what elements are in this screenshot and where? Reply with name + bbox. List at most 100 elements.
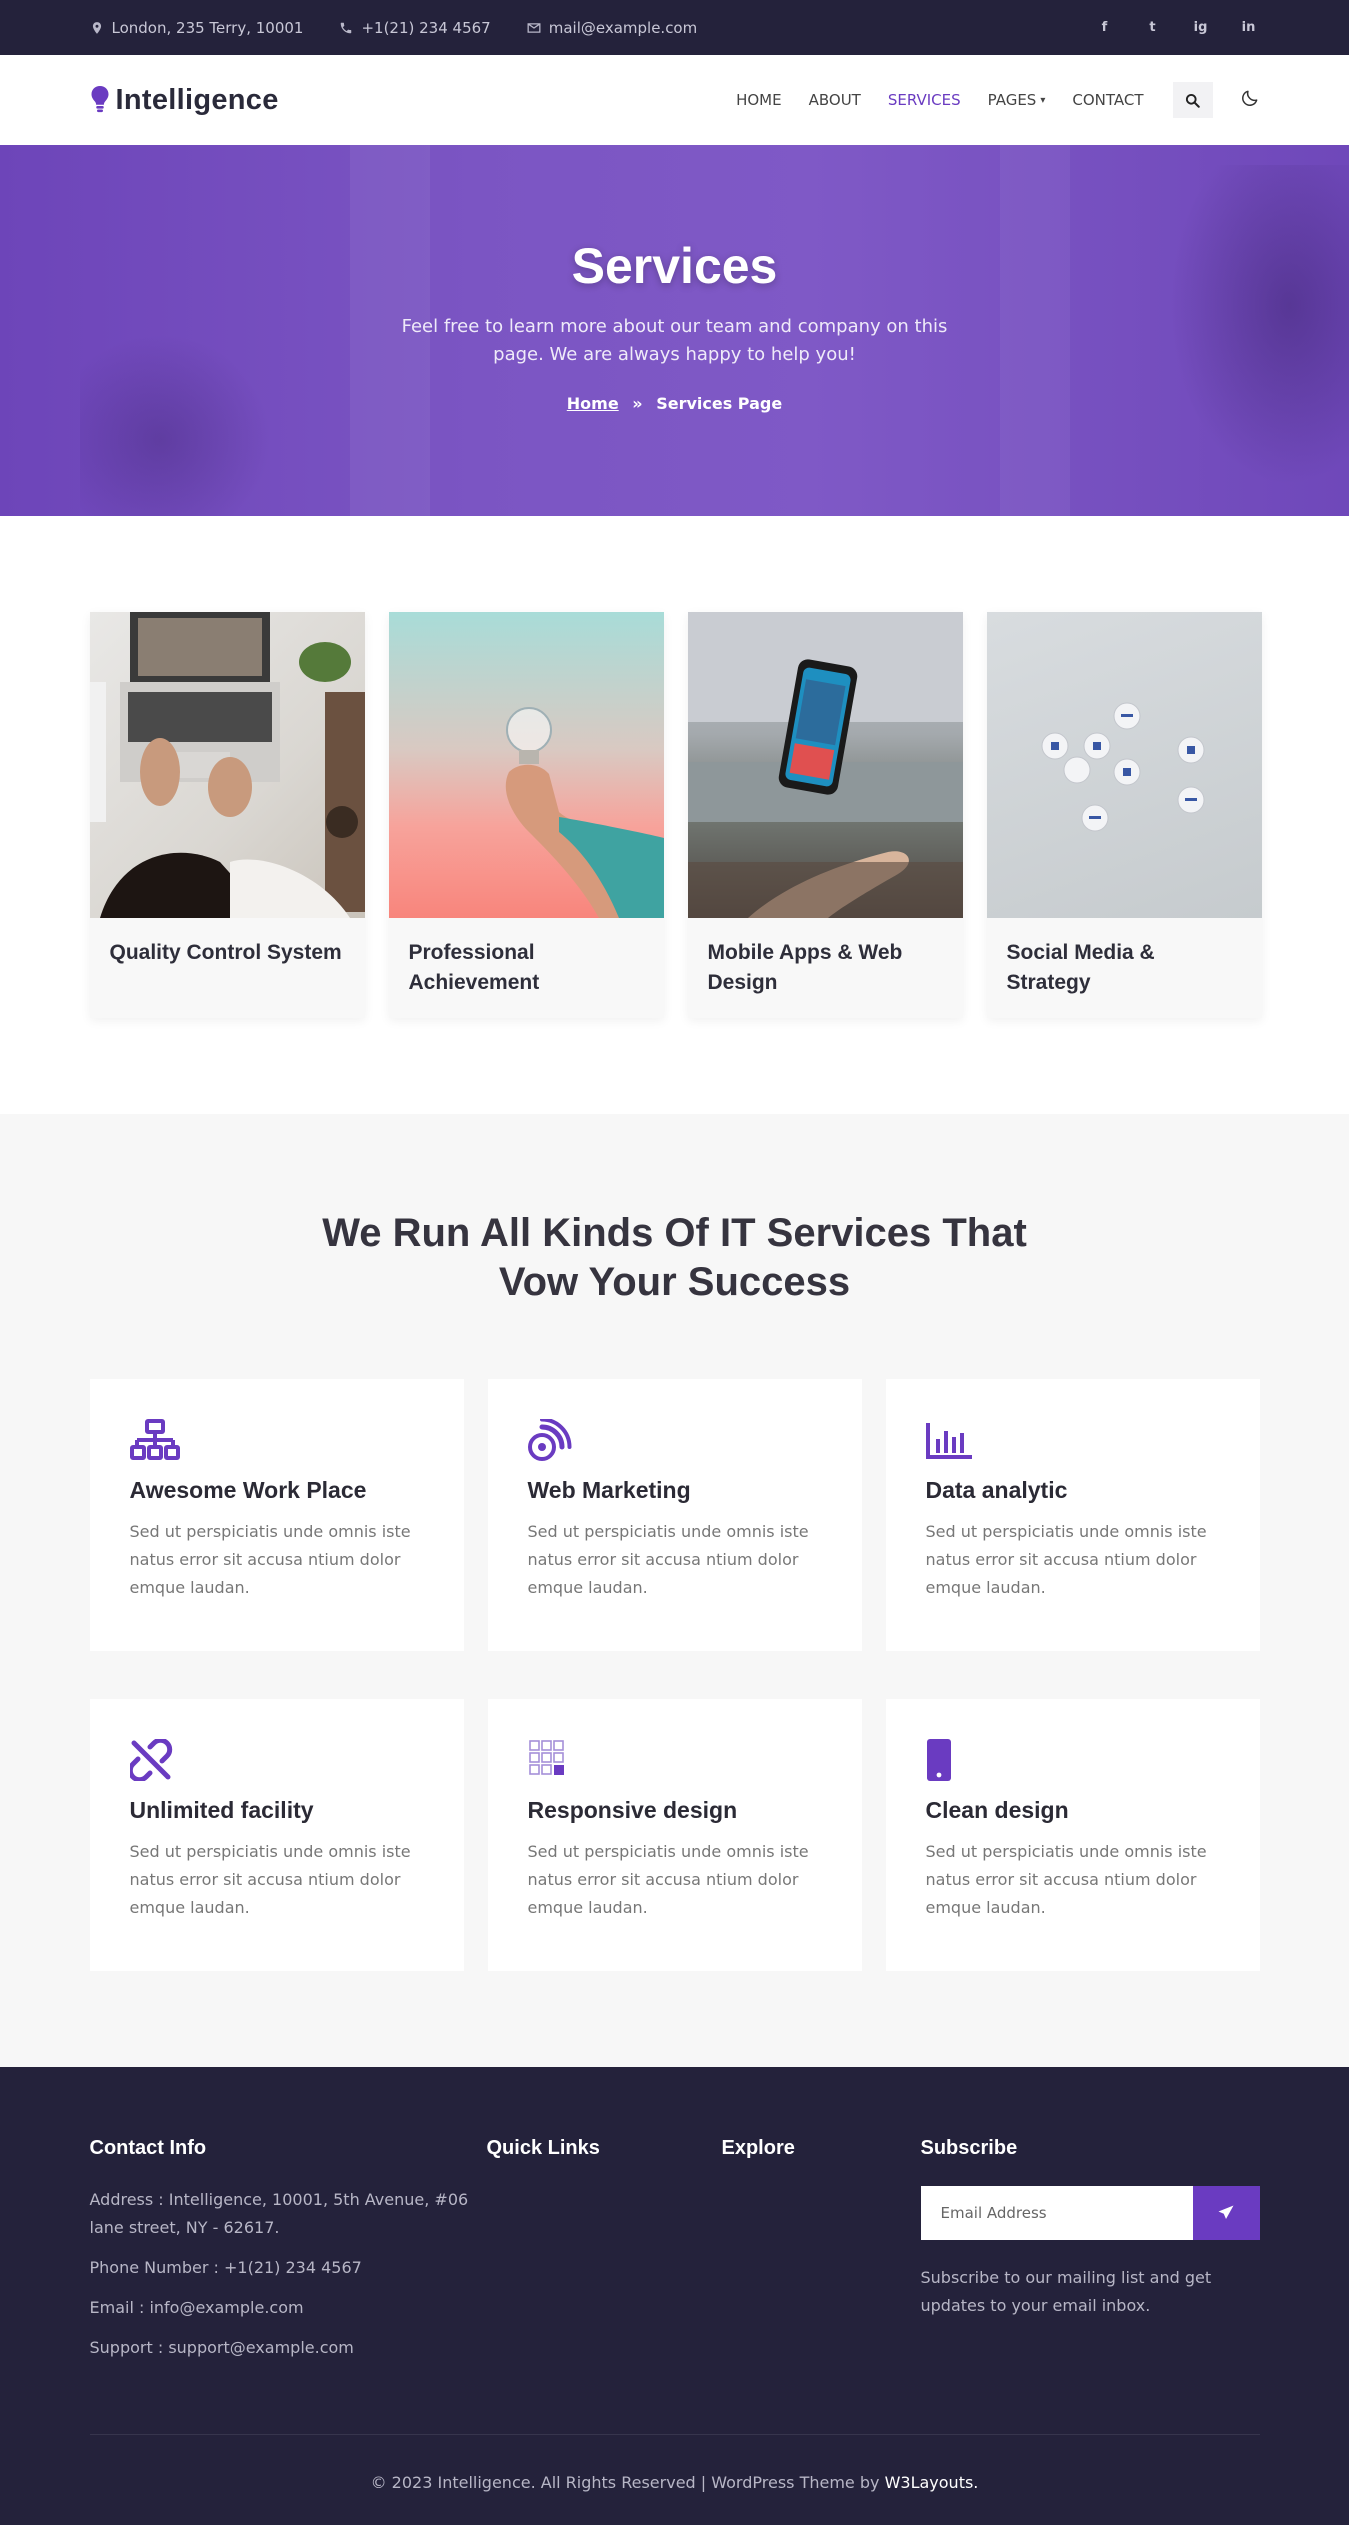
card-title: Quality Control System: [109, 941, 342, 964]
nav-pages[interactable]: PAGES ▾: [988, 91, 1046, 109]
card-image-laptop: [89, 612, 365, 918]
facebook-icon[interactable]: f: [1094, 17, 1116, 39]
nav-about[interactable]: ABOUT: [809, 91, 861, 109]
service-card[interactable]: Clean design Sed ut perspiciatis unde om…: [885, 1699, 1260, 1971]
envelope-icon: [527, 22, 541, 33]
footer-explore: Explore: [722, 2137, 921, 2374]
search-icon: [1185, 93, 1200, 108]
service-title: Unlimited facility: [129, 1797, 314, 1823]
breadcrumb-separator: »: [632, 394, 643, 413]
service-card[interactable]: Awesome Work Place Sed ut perspiciatis u…: [89, 1379, 464, 1651]
feature-cards-section: Quality Control System Professional Achi…: [0, 516, 1349, 1114]
social-buttons-photo: [1041, 702, 1204, 832]
service-title: Awesome Work Place: [129, 1477, 367, 1503]
sitemap-icon: [129, 1419, 180, 1463]
feature-card[interactable]: Mobile Apps & Web Design: [687, 612, 963, 1018]
page-title: Services: [571, 238, 778, 294]
breadcrumb-current: Services Page: [656, 394, 783, 413]
subscribe-text: Subscribe to our mailing list and get up…: [920, 2268, 1212, 2315]
card-title: Mobile Apps & Web Design: [707, 941, 903, 994]
map-marker-icon: [92, 21, 101, 34]
subscribe-email-input[interactable]: [920, 2186, 1193, 2240]
nav-services[interactable]: SERVICES: [888, 91, 961, 109]
moon-icon: [1241, 90, 1257, 106]
footer-contact-heading: Contact Info: [89, 2137, 207, 2159]
footer-contact-info: Contact Info Address : Intelligence, 100…: [90, 2137, 487, 2374]
card-title: Social Media & Strategy: [1006, 941, 1155, 994]
copyright-text: © 2023 Intelligence. All Rights Reserved…: [370, 2473, 880, 2492]
logo[interactable]: Intelligence: [90, 84, 279, 117]
footer-explore-heading: Explore: [721, 2137, 795, 2159]
linkedin-icon[interactable]: in: [1238, 17, 1260, 39]
footer-phone[interactable]: Phone Number : +1(21) 234 4567: [90, 2254, 487, 2282]
footer-subscribe-heading: Subscribe: [920, 2137, 1018, 2159]
service-title: Clean design: [925, 1797, 1069, 1823]
laptop-photo: [89, 612, 365, 918]
feature-card[interactable]: Quality Control System: [89, 612, 365, 1018]
top-email-text: mail@example.com: [548, 18, 698, 37]
top-address: London, 235 Terry, 10001: [90, 18, 304, 37]
top-bar: London, 235 Terry, 10001 +1(21) 234 4567…: [0, 0, 1349, 55]
nav-home[interactable]: HOME: [736, 91, 782, 109]
service-text: Sed ut perspiciatis unde omnis iste natu…: [129, 1522, 411, 1597]
service-text: Sed ut perspiciatis unde omnis iste natu…: [527, 1842, 809, 1917]
chevron-down-icon: ▾: [1040, 94, 1046, 106]
footer-quick-links: Quick Links: [487, 2137, 722, 2374]
hero-bg-shape: [1149, 165, 1349, 516]
rss-icon: [527, 1417, 578, 1463]
dark-mode-toggle[interactable]: [1240, 88, 1260, 112]
page-subtitle: Feel free to learn more about our team a…: [401, 316, 948, 365]
service-text: Sed ut perspiciatis unde omnis iste natu…: [925, 1522, 1207, 1597]
footer-quick-links-heading: Quick Links: [486, 2137, 600, 2159]
grid-icon: [528, 1739, 578, 1783]
service-title: Data analytic: [925, 1477, 1068, 1503]
top-phone[interactable]: +1(21) 234 4567: [339, 18, 491, 37]
service-text: Sed ut perspiciatis unde omnis iste natu…: [129, 1842, 411, 1917]
footer-subscribe: Subscribe Subscribe to our mailing list …: [920, 2137, 1260, 2374]
service-title: Web Marketing: [527, 1477, 691, 1503]
top-email[interactable]: mail@example.com: [527, 18, 698, 37]
phone-icon: [341, 22, 352, 33]
logo-text: Intelligence: [115, 83, 279, 116]
service-card[interactable]: Responsive design Sed ut perspiciatis un…: [487, 1699, 862, 1971]
footer-columns: Contact Info Address : Intelligence, 100…: [90, 2137, 1260, 2374]
service-card[interactable]: Web Marketing Sed ut perspiciatis unde o…: [487, 1379, 862, 1651]
footer-email[interactable]: Email : info@example.com: [90, 2294, 487, 2322]
feature-card[interactable]: Social Media & Strategy: [986, 612, 1262, 1018]
search-button[interactable]: [1172, 82, 1213, 118]
page-hero: Services Feel free to learn more about o…: [0, 145, 1349, 516]
instagram-icon[interactable]: ig: [1190, 17, 1212, 39]
phone-photo: [687, 612, 963, 918]
breadcrumb-home-link[interactable]: Home: [567, 394, 619, 413]
twitter-icon[interactable]: t: [1142, 17, 1164, 39]
top-address-text: London, 235 Terry, 10001: [111, 18, 304, 37]
hero-bg-shape: [80, 325, 280, 516]
main-header: Intelligence HOME ABOUT SERVICES PAGES ▾…: [0, 55, 1349, 145]
service-text: Sed ut perspiciatis unde omnis iste natu…: [527, 1522, 809, 1597]
social-links: f t ig in: [1094, 17, 1260, 39]
hero-bg-shape: [1000, 145, 1070, 516]
footer-support[interactable]: Support : support@example.com: [90, 2334, 487, 2362]
service-card[interactable]: Unlimited facility Sed ut perspiciatis u…: [89, 1699, 464, 1971]
service-card[interactable]: Data analytic Sed ut perspiciatis unde o…: [885, 1379, 1260, 1651]
card-image-phone: [687, 612, 963, 918]
copyright-bar: © 2023 Intelligence. All Rights Reserved…: [89, 2434, 1260, 2492]
lightbulb-photo: [505, 707, 664, 918]
bar-chart-icon: [925, 1419, 976, 1463]
copyright-brand-link[interactable]: W3Layouts.: [885, 2473, 979, 2492]
subscribe-button[interactable]: [1192, 2186, 1260, 2240]
top-phone-text: +1(21) 234 4567: [361, 18, 491, 37]
top-contact-list: London, 235 Terry, 10001 +1(21) 234 4567…: [90, 18, 698, 37]
services-heading: We Run All Kinds Of IT Services That Vow…: [322, 1211, 1027, 1304]
footer-address: Address : Intelligence, 10001, 5th Avenu…: [89, 2190, 469, 2237]
services-section: We Run All Kinds Of IT Services That Vow…: [0, 1114, 1349, 2067]
services-grid: Awesome Work Place Sed ut perspiciatis u…: [89, 1379, 1260, 1971]
card-image-social-buttons: [986, 612, 1262, 918]
main-nav: HOME ABOUT SERVICES PAGES ▾ CONTACT: [736, 82, 1259, 118]
nav-pages-label: PAGES: [987, 91, 1037, 109]
subscribe-form: [920, 2186, 1260, 2240]
breadcrumb: Home » Services Page: [0, 394, 1349, 413]
nav-contact[interactable]: CONTACT: [1072, 91, 1143, 109]
feature-card[interactable]: Professional Achievement: [388, 612, 664, 1018]
card-image-lightbulb: [388, 612, 664, 918]
